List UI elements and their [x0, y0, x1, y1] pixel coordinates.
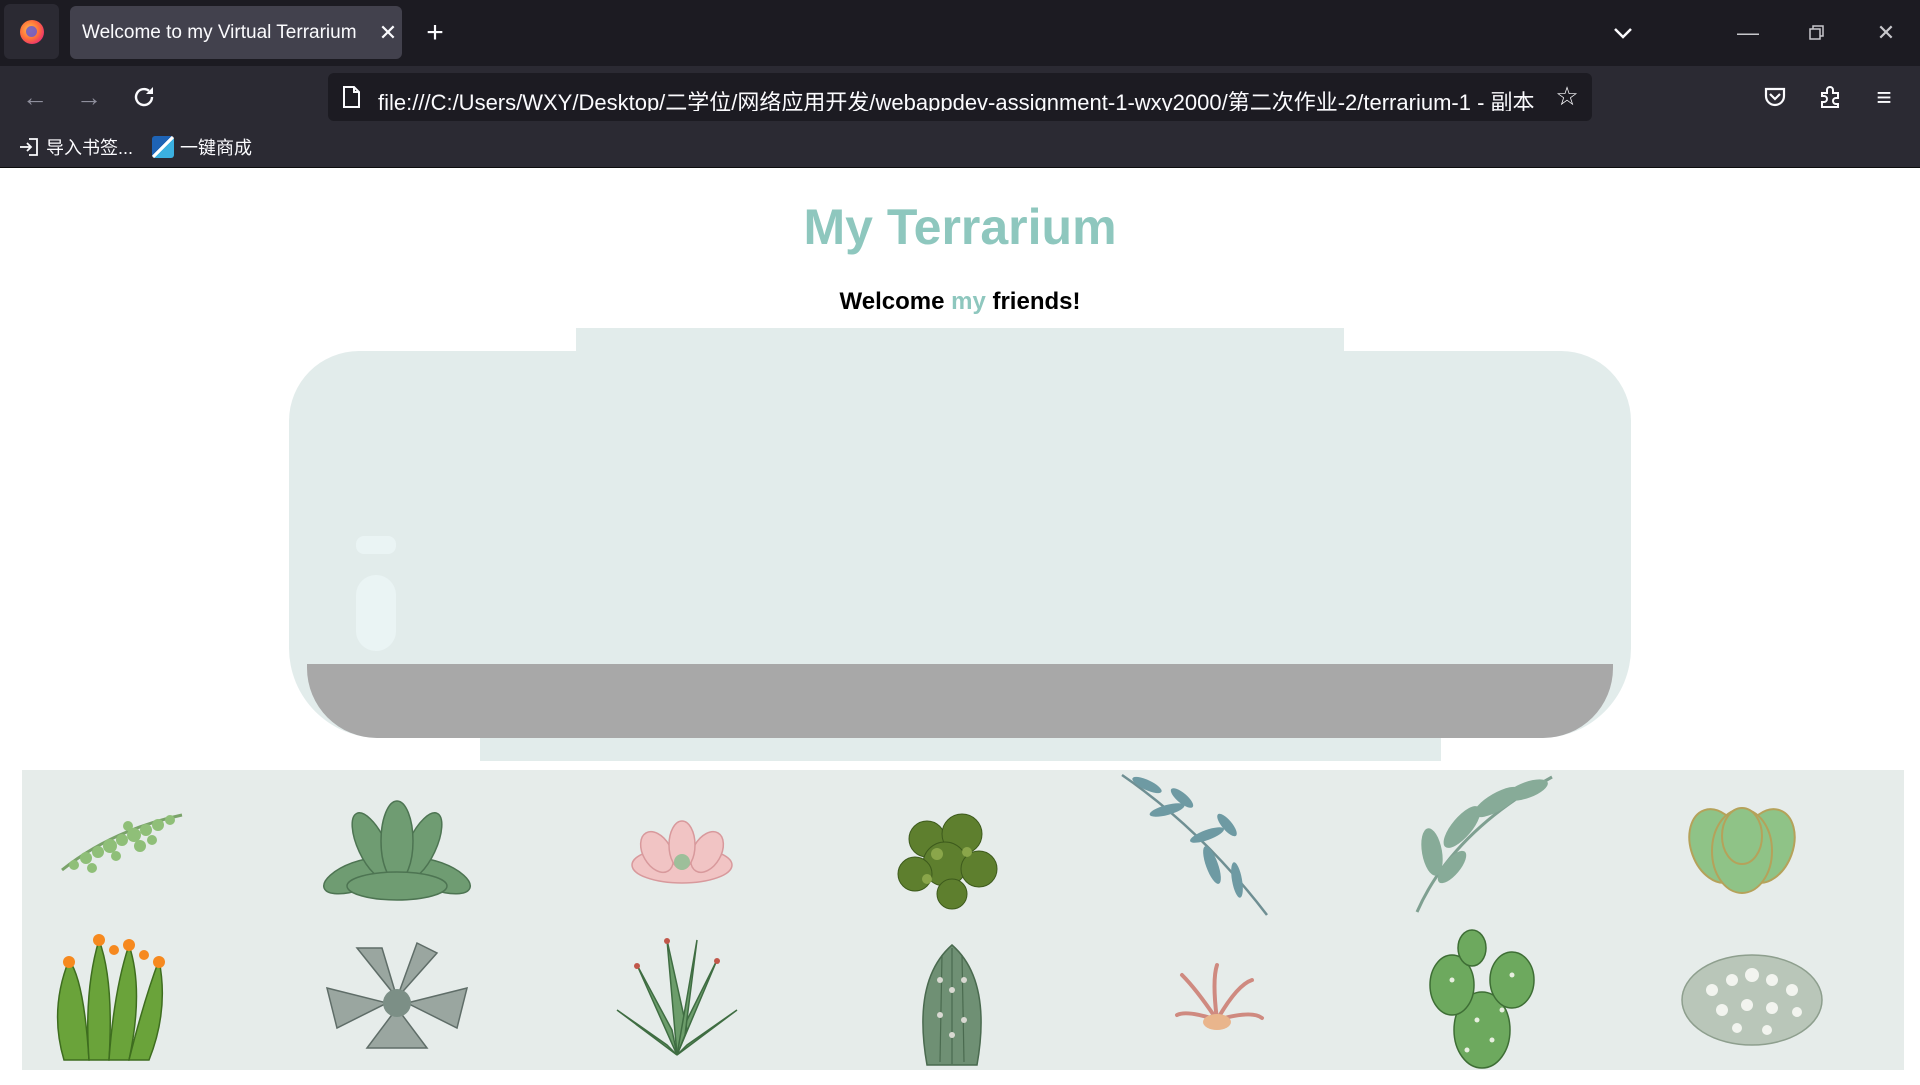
import-icon [18, 136, 40, 158]
close-icon[interactable]: ✕ [374, 20, 402, 46]
plant-trailing-succulent[interactable] [52, 770, 212, 920]
bookmark-label: 一键商成 [180, 138, 252, 158]
plant-aloe[interactable] [597, 920, 757, 1070]
jar-bottom [480, 738, 1441, 761]
plant-light-green-succulent[interactable] [1662, 776, 1822, 926]
hamburger-icon[interactable]: ≡ [1865, 78, 1903, 116]
chevron-down-icon[interactable] [1608, 18, 1638, 48]
jar-top [576, 328, 1344, 353]
arrow-left-icon[interactable]: ← [16, 78, 54, 116]
browser-titlebar: Welcome to my Virtual Terrarium ✕ + — ✕ [0, 0, 1920, 66]
page-content: My Terrarium Welcome my friends! [0, 169, 1920, 1076]
welcome-text-end: friends! [985, 288, 1081, 315]
bookmark-label: 导入书签... [46, 138, 134, 158]
plus-icon[interactable]: + [420, 16, 450, 50]
welcome-text: Welcome [839, 288, 952, 315]
jar-glossy-short [356, 536, 396, 554]
plant-green-leafy-branch[interactable] [1402, 772, 1562, 922]
welcome-message: Welcome my friends! [0, 288, 1920, 316]
dirt [307, 664, 1613, 738]
plant-snowball-cactus[interactable] [1672, 920, 1832, 1070]
url-text[interactable]: file:///C:/Users/WXY/Desktop/二学位/网络应用开发/… [378, 85, 1538, 111]
puzzle-icon[interactable] [1811, 78, 1849, 116]
plant-columnar-cactus[interactable] [872, 920, 1032, 1070]
window-close-icon[interactable]: ✕ [1868, 16, 1904, 50]
page-title: My Terrarium [803, 199, 1117, 255]
star-icon[interactable]: ☆ [1552, 81, 1582, 111]
plant-dark-green-cluster[interactable] [867, 784, 1027, 934]
tab-title: Welcome to my Virtual Terrarium [82, 21, 357, 43]
bookmark-shop[interactable]: 一键商成 [152, 134, 252, 160]
plant-grey-rosette[interactable] [317, 928, 477, 1078]
address-bar[interactable]: file:///C:/Users/WXY/Desktop/二学位/网络应用开发/… [328, 73, 1592, 121]
active-tab[interactable]: Welcome to my Virtual Terrarium ✕ [70, 6, 402, 59]
arrow-right-icon[interactable]: → [70, 78, 108, 116]
plant-prickly-pear[interactable] [1402, 920, 1562, 1070]
jar-glossy-long [356, 575, 396, 651]
plant-pink-rosette[interactable] [602, 790, 762, 940]
page-icon [338, 84, 364, 110]
reload-icon[interactable] [125, 78, 163, 116]
minimize-icon[interactable]: — [1730, 16, 1766, 50]
restore-icon[interactable] [1799, 16, 1835, 50]
bookmarks-toolbar: 导入书签... 一键商成 [0, 126, 1920, 168]
browser-navbar: ← → file:///C:/Users/WXY/Desktop/二学位/网络应… [0, 66, 1920, 126]
plant-air-plant[interactable] [1137, 930, 1297, 1080]
plant-green-rosette[interactable] [317, 786, 477, 936]
pocket-icon[interactable] [1756, 78, 1794, 116]
firefox-logo-icon[interactable] [4, 4, 59, 59]
plant-eucalyptus-branch[interactable] [1112, 770, 1272, 920]
plant-holder [22, 770, 1904, 1070]
plant-flowering-cactus[interactable] [34, 920, 194, 1070]
bookmark-import[interactable]: 导入书签... [18, 134, 133, 160]
welcome-accent: my [951, 288, 986, 315]
shop-logo-icon [152, 136, 174, 158]
